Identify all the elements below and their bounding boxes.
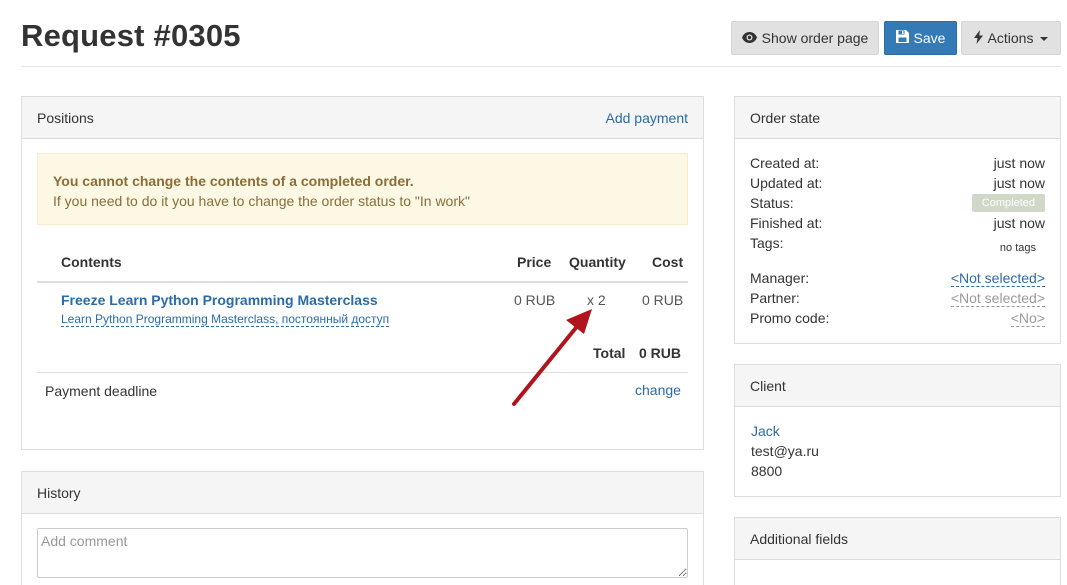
actions-dropdown-button[interactable]: Actions [961, 21, 1061, 55]
promo-code-select-link[interactable]: <No> [1010, 310, 1045, 327]
item-price: 0 RUB [514, 292, 556, 308]
created-at-value: just now [993, 155, 1045, 171]
client-panel-heading: Client [735, 365, 1060, 407]
partner-select-link[interactable]: <Not selected> [950, 290, 1045, 307]
payment-deadline-change-link[interactable]: change [635, 382, 681, 398]
item-quantity: x 2 [587, 292, 606, 308]
item-cost: 0 RUB [642, 292, 684, 308]
alert-text: If you need to do it you have to change … [53, 193, 470, 209]
item-offer-link[interactable]: Learn Python Programming Masterclass, по… [61, 312, 390, 327]
additional-fields-heading: Additional fields [750, 530, 849, 547]
lightning-icon [973, 29, 983, 47]
promo-code-row: Promo code: <No> [750, 310, 1045, 330]
alert-title: You cannot change the contents of a comp… [53, 173, 414, 189]
column-header-cost: Cost [652, 254, 684, 270]
finished-at-value: just now [993, 215, 1045, 231]
order-state-heading: Order state [750, 109, 821, 126]
history-heading: History [37, 484, 81, 501]
actions-label: Actions [987, 30, 1034, 46]
partner-row: Partner: <Not selected> [750, 290, 1045, 310]
created-at-row: Created at: just now [750, 155, 1045, 175]
page-title: Request #0305 [21, 18, 241, 53]
add-payment-link[interactable]: Add payment [606, 110, 689, 126]
show-order-page-label: Show order page [761, 30, 869, 46]
positions-panel: Positions Add payment You cannot change … [21, 96, 704, 450]
column-header-price: Price [517, 254, 552, 270]
manager-row: Manager: <Not selected> [750, 270, 1045, 290]
column-header-contents: Contents [61, 254, 122, 270]
client-phone: 8800 [751, 463, 783, 479]
client-email: test@ya.ru [751, 443, 819, 459]
status-label: Status: [750, 195, 794, 211]
additional-fields-panel: Additional fields [734, 517, 1061, 585]
partner-label: Partner: [750, 290, 800, 306]
total-value: 0 RUB [639, 345, 682, 361]
positions-heading: Positions [37, 109, 94, 126]
order-state-panel-heading: Order state [735, 97, 1060, 139]
table-header-divider [37, 281, 688, 283]
updated-at-value: just now [993, 175, 1045, 191]
history-panel-heading: History [22, 472, 703, 514]
tags-value[interactable]: no tags [1000, 242, 1036, 254]
tags-label: Tags: [750, 235, 784, 251]
updated-at-row: Updated at: just now [750, 175, 1045, 195]
created-at-label: Created at: [750, 155, 820, 171]
payment-deadline-divider [37, 372, 688, 373]
add-comment-textarea[interactable] [37, 528, 688, 578]
updated-at-label: Updated at: [750, 175, 823, 191]
order-state-panel: Order state Created at: just now Updated… [734, 96, 1061, 344]
eye-icon [741, 30, 757, 46]
status-row: Status: Completed [750, 194, 1045, 215]
manager-select-link[interactable]: <Not selected> [950, 270, 1045, 287]
save-button[interactable]: Save [884, 21, 957, 55]
payment-deadline-label: Payment deadline [45, 383, 158, 399]
item-title-link[interactable]: Freeze Learn Python Programming Mastercl… [61, 292, 378, 308]
save-label: Save [913, 30, 946, 46]
finished-at-label: Finished at: [750, 215, 823, 231]
completed-order-alert: You cannot change the contents of a comp… [37, 153, 688, 225]
status-badge[interactable]: Completed [971, 194, 1045, 212]
manager-label: Manager: [750, 270, 810, 286]
client-name-link[interactable]: Jack [751, 423, 780, 439]
client-panel: Client Jack test@ya.ru 8800 [734, 364, 1061, 497]
title-divider [21, 66, 1061, 67]
column-header-quantity: Quantity [569, 254, 626, 270]
promo-code-label: Promo code: [750, 310, 830, 326]
floppy-disk-icon [895, 30, 909, 46]
client-heading: Client [750, 377, 786, 394]
history-panel: History [21, 471, 704, 585]
positions-panel-heading: Positions Add payment [22, 97, 703, 139]
caret-down-icon [1040, 37, 1049, 41]
finished-at-row: Finished at: just now [750, 215, 1045, 235]
show-order-page-button[interactable]: Show order page [731, 21, 879, 55]
additional-fields-panel-heading: Additional fields [735, 518, 1060, 560]
total-label: Total [593, 345, 626, 361]
tags-row: Tags: no tags [750, 235, 1045, 263]
